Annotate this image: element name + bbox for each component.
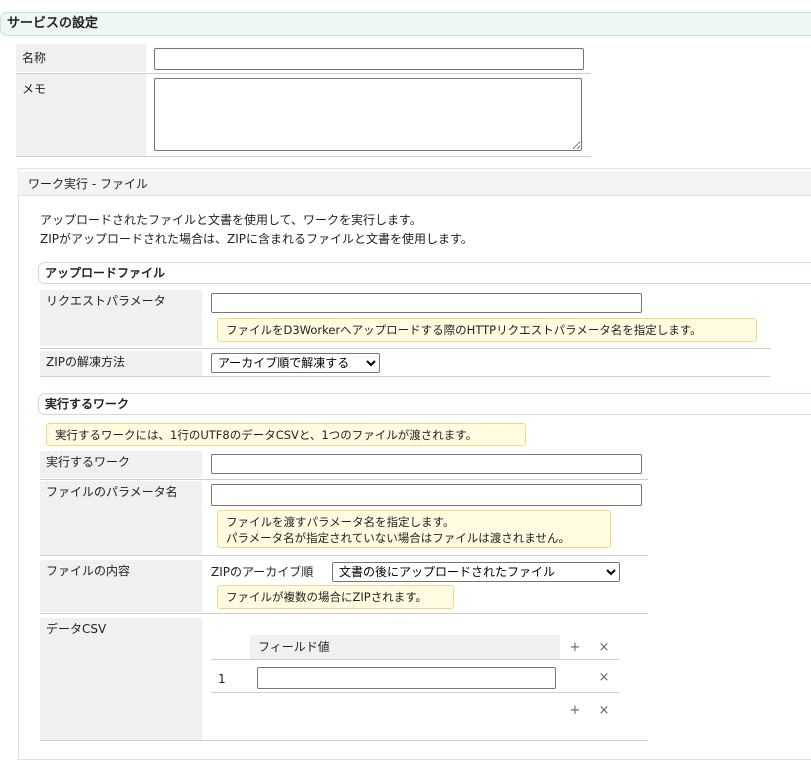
file-content-label: ファイルの内容 <box>40 560 202 612</box>
file-content-select[interactable]: 文書の後にアップロードされたファイル <box>332 562 620 582</box>
data-csv-label: データCSV <box>40 618 202 740</box>
name-label: 名称 <box>16 44 146 72</box>
memo-label: メモ <box>16 74 146 156</box>
work-label: 実行するワーク <box>40 451 202 478</box>
file-param-hint: ファイルを渡すパラメータ名を指定します。 パラメータ名が指定されていない場合はフ… <box>217 510 611 548</box>
close-icon[interactable]: × <box>596 640 612 656</box>
file-param-label: ファイルのパラメータ名 <box>40 481 202 555</box>
file-param-hint-line1: ファイルを渡すパラメータ名を指定します。 <box>226 515 455 529</box>
divider <box>16 156 591 157</box>
request-param-input[interactable] <box>211 293 642 313</box>
file-param-hint-line2: パラメータ名が指定されていない場合はファイルは渡されません。 <box>226 531 570 545</box>
divider <box>211 692 620 693</box>
service-settings-header: サービスの設定 <box>0 12 811 36</box>
work-file-panel-title: ワーク実行 - ファイル <box>18 172 811 196</box>
unzip-method-label: ZIPの解凍方法 <box>40 351 202 376</box>
work-input[interactable] <box>211 454 642 474</box>
file-content-prefix: ZIPのアーカイブ順 <box>211 565 314 579</box>
unzip-method-select[interactable]: アーカイブ順で解凍する <box>211 353 380 373</box>
name-input[interactable] <box>154 48 584 70</box>
divider <box>40 479 648 480</box>
csv-row-number: 1 <box>218 672 226 686</box>
csv-row-input[interactable] <box>257 667 556 689</box>
execute-work-heading: 実行するワーク <box>38 393 811 415</box>
divider <box>40 740 648 741</box>
request-param-label: リクエストパラメータ <box>40 290 202 346</box>
divider <box>40 613 648 614</box>
execute-work-hint: 実行するワークには、1行のUTF8のデータCSVと、1つのファイルが渡されます。 <box>46 423 526 446</box>
work-description-2: ZIPがアップロードされた場合は、ZIPに含まれるファイルと文書を使用します。 <box>40 232 473 246</box>
divider <box>211 659 620 660</box>
close-icon[interactable]: × <box>596 703 612 719</box>
plus-icon[interactable]: + <box>567 640 583 656</box>
file-param-input[interactable] <box>211 484 642 506</box>
work-description-1: アップロードされたファイルと文書を使用して、ワークを実行します。 <box>40 213 422 227</box>
memo-textarea[interactable] <box>154 78 582 151</box>
upload-file-heading: アップロードファイル <box>38 262 811 284</box>
file-content-hint: ファイルが複数の場合にZIPされます。 <box>217 585 454 609</box>
divider <box>40 348 770 349</box>
divider <box>40 376 770 377</box>
divider <box>40 555 648 556</box>
plus-icon[interactable]: + <box>567 703 583 719</box>
csv-header-field-value: フィールド値 <box>250 635 560 659</box>
request-param-hint: ファイルをD3Workerへアップロードする際のHTTPリクエストパラメータ名を… <box>217 318 757 342</box>
close-icon[interactable]: × <box>596 670 612 686</box>
